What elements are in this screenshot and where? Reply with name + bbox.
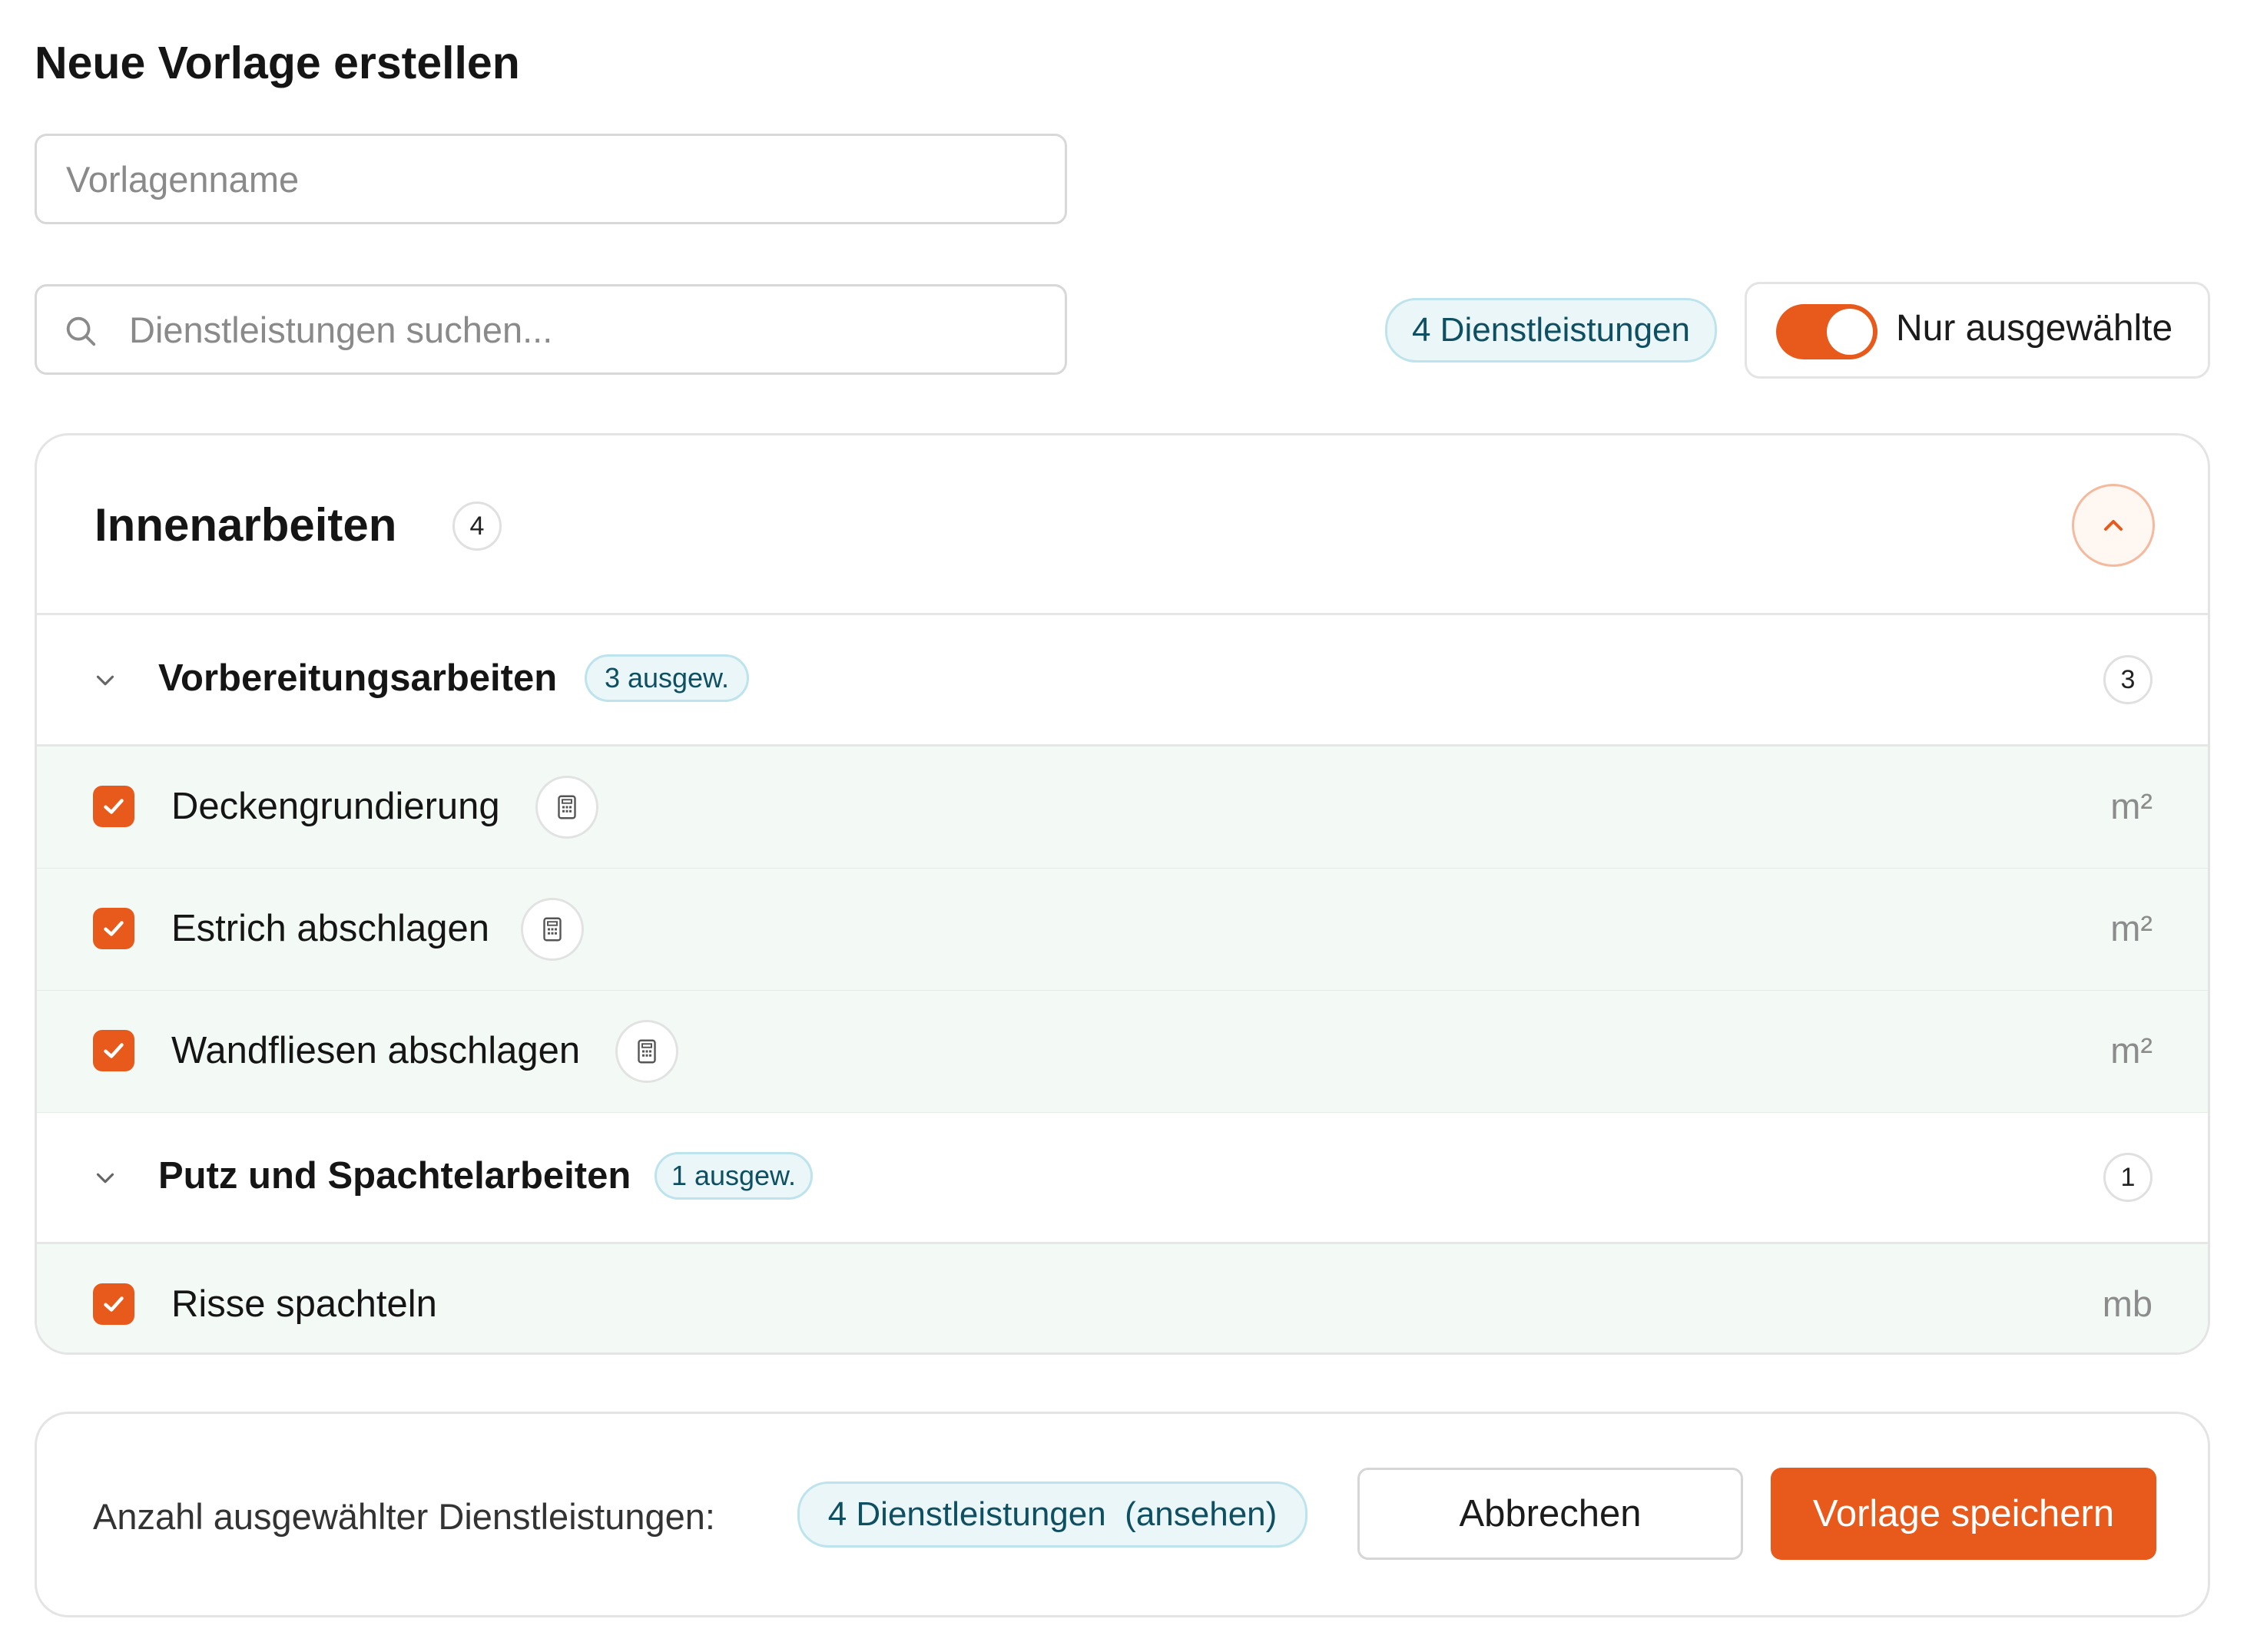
search-icon: [66, 316, 96, 346]
service-row-wandfliesen-abschlagen[interactable]: Wandfliesen abschlagen m²: [37, 991, 2208, 1114]
category-card: Innenarbeiten 4 Vorbereitungsarbeiten 3 …: [35, 433, 2210, 1355]
category-title: Innenarbeiten: [94, 499, 397, 551]
check-icon: [104, 921, 124, 936]
calculator-button[interactable]: [521, 898, 584, 961]
toggle-label: Nur ausgewählte: [1896, 308, 2173, 349]
template-dialog: Neue Vorlage erstellen 4 Dienstleistunge…: [0, 0, 2247, 1652]
unit-label: m²: [2110, 786, 2153, 826]
calculator-button[interactable]: [535, 776, 598, 839]
unit-label: m²: [2110, 1030, 2153, 1071]
check-icon: [104, 1043, 124, 1058]
group-count-badge: 1: [2103, 1153, 2153, 1202]
collapse-button[interactable]: [2072, 484, 2155, 567]
service-label: Estrich abschlagen: [171, 908, 490, 949]
chevron-up-icon: [2104, 520, 2123, 531]
service-search-input[interactable]: [35, 284, 1067, 375]
selected-count-badge: 3 ausgew.: [585, 654, 749, 702]
calculator-icon: [543, 917, 562, 942]
services-count-badge: 4 Dienstleistungen: [1385, 298, 1717, 363]
category-count-badge: 4: [452, 502, 502, 551]
check-icon: [104, 799, 124, 814]
save-template-button[interactable]: Vorlage speichern: [1771, 1468, 2156, 1560]
group-label: Putz und Spachtelarbeiten: [158, 1155, 631, 1197]
calculator-icon: [638, 1039, 656, 1064]
service-row-risse-spachteln[interactable]: Risse spachteln mb: [37, 1244, 2208, 1352]
group-label: Vorbereitungsarbeiten: [158, 657, 558, 699]
selected-count-label: Anzahl ausgewählter Dienstleistungen:: [93, 1496, 715, 1537]
cancel-button[interactable]: Abbrechen: [1357, 1468, 1743, 1560]
selected-count-badge: 1 ausgew.: [655, 1152, 813, 1200]
only-selected-filter[interactable]: Nur ausgewählte: [1745, 282, 2210, 379]
service-checkbox[interactable]: [93, 1030, 134, 1071]
group-row-vorbereitungsarbeiten[interactable]: Vorbereitungsarbeiten 3 ausgew. 3: [37, 615, 2208, 747]
service-row-deckengrundierung[interactable]: Deckengrundierung m²: [37, 747, 2208, 870]
service-label: Wandfliesen abschlagen: [171, 1030, 581, 1071]
page-title: Neue Vorlage erstellen: [35, 38, 520, 88]
calculator-button[interactable]: [615, 1020, 678, 1083]
unit-label: mb: [2102, 1283, 2153, 1324]
calculator-icon: [558, 795, 576, 819]
service-checkbox[interactable]: [93, 1283, 134, 1325]
service-row-estrich-abschlagen[interactable]: Estrich abschlagen m²: [37, 869, 2208, 992]
chevron-down-icon: [96, 1173, 114, 1184]
group-row-putz-und-spachtelarbeiten[interactable]: Putz und Spachtelarbeiten 1 ausgew. 1: [37, 1113, 2208, 1244]
chevron-down-icon: [96, 675, 114, 686]
template-name-input[interactable]: [35, 134, 1067, 224]
service-label: Deckengrundierung: [171, 786, 500, 827]
toggle-knob: [1827, 309, 1873, 355]
only-selected-toggle[interactable]: [1776, 304, 1877, 359]
category-header[interactable]: Innenarbeiten 4: [37, 435, 2208, 615]
check-icon: [104, 1296, 124, 1312]
dialog-footer: Anzahl ausgewählter Dienstleistungen: 4 …: [35, 1412, 2210, 1617]
service-checkbox[interactable]: [93, 908, 134, 949]
unit-label: m²: [2110, 908, 2153, 948]
service-label: Risse spachteln: [171, 1283, 437, 1325]
group-count-badge: 3: [2103, 655, 2153, 704]
view-selected-link[interactable]: 4 Dienstleistungen (ansehen): [797, 1482, 1307, 1548]
service-checkbox[interactable]: [93, 786, 134, 827]
